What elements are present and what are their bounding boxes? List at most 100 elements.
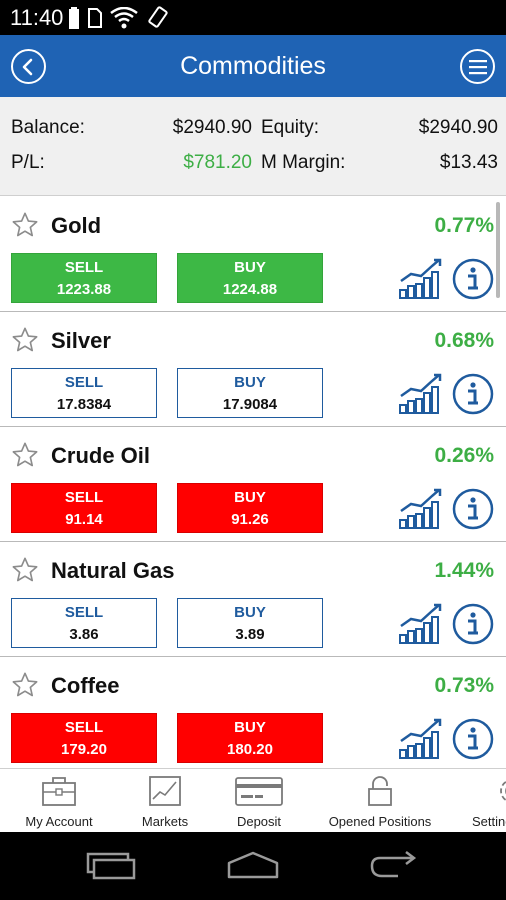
star-icon[interactable] bbox=[11, 211, 39, 239]
margin-value: $13.43 bbox=[439, 152, 498, 173]
buy-label: BUY bbox=[234, 604, 266, 621]
lock-icon bbox=[368, 776, 392, 806]
instrument-row-crude-oil[interactable]: Crude Oil 0.26% SELL 91.14 BUY 91.26 bbox=[0, 427, 506, 542]
chart-icon[interactable] bbox=[398, 487, 442, 529]
sell-button[interactable]: SELL 3.86 bbox=[11, 598, 157, 648]
instrument-row-natural-gas[interactable]: Natural Gas 1.44% SELL 3.86 BUY 3.89 bbox=[0, 542, 506, 657]
buy-price: 180.20 bbox=[227, 741, 273, 758]
chart-icon[interactable] bbox=[398, 257, 442, 299]
equity-label: Equity: bbox=[261, 117, 320, 138]
sell-button[interactable]: SELL 17.8384 bbox=[11, 368, 157, 418]
pl-label: P/L: bbox=[11, 152, 45, 173]
nav-label: My Account bbox=[25, 814, 93, 829]
sell-label: SELL bbox=[64, 719, 104, 736]
nav-deposit[interactable]: Deposit bbox=[226, 775, 292, 830]
instrument-name: Natural Gas bbox=[51, 558, 175, 583]
chart-icon[interactable] bbox=[398, 602, 442, 644]
sell-price: 3.86 bbox=[69, 626, 99, 643]
buy-price: 17.9084 bbox=[222, 396, 278, 413]
back-nav-icon[interactable] bbox=[368, 850, 418, 880]
star-icon[interactable] bbox=[11, 326, 39, 354]
home-icon[interactable] bbox=[226, 850, 280, 880]
status-icons bbox=[68, 4, 170, 32]
chart-icon[interactable] bbox=[398, 372, 442, 414]
system-nav-bar bbox=[0, 832, 506, 900]
briefcase-icon bbox=[42, 777, 76, 806]
sell-button[interactable]: SELL 179.20 bbox=[11, 713, 157, 763]
star-icon[interactable] bbox=[11, 441, 39, 469]
nav-opened-positions[interactable]: Opened Positions bbox=[320, 775, 440, 830]
nav-label: Opened Positions bbox=[328, 814, 432, 829]
nav-label: Deposit bbox=[236, 814, 282, 829]
buy-price: 3.89 bbox=[235, 626, 265, 643]
bottom-nav: My Account Markets Deposit Opened Positi… bbox=[0, 768, 506, 832]
instrument-name: Silver bbox=[51, 328, 111, 353]
sell-price: 91.14 bbox=[65, 511, 103, 528]
sim-icon bbox=[88, 8, 102, 28]
buy-label: BUY bbox=[234, 719, 266, 736]
instrument-row-silver[interactable]: Silver 0.68% SELL 17.8384 BUY 17.9084 bbox=[0, 312, 506, 427]
pl-value: $781.20 bbox=[183, 152, 252, 173]
buy-button[interactable]: BUY 17.9084 bbox=[177, 368, 323, 418]
sell-price: 179.20 bbox=[61, 741, 107, 758]
app-header: Commodities bbox=[0, 35, 506, 97]
instrument-row-coffee[interactable]: Coffee 0.73% SELL 179.20 BUY 180.20 bbox=[0, 657, 506, 768]
buy-price: 1224.88 bbox=[222, 281, 278, 298]
instrument-change: 0.73% bbox=[434, 674, 494, 697]
sell-label: SELL bbox=[64, 374, 104, 391]
star-icon[interactable] bbox=[11, 671, 39, 699]
buy-price: 91.26 bbox=[231, 511, 269, 528]
account-summary: Balance: $2940.90 Equity: $2940.90 P/L: … bbox=[0, 97, 506, 196]
buy-button[interactable]: BUY 1224.88 bbox=[177, 253, 323, 303]
nav-label: Markets bbox=[141, 814, 189, 829]
buy-button[interactable]: BUY 3.89 bbox=[177, 598, 323, 648]
list-scrollbar[interactable] bbox=[496, 202, 500, 298]
margin-label: M Margin: bbox=[261, 152, 346, 173]
info-icon[interactable] bbox=[452, 373, 494, 415]
instrument-change: 0.26% bbox=[434, 444, 494, 467]
buy-label: BUY bbox=[234, 259, 266, 276]
instrument-change: 1.44% bbox=[434, 559, 494, 582]
gear-icon bbox=[500, 780, 506, 802]
vibrate-icon bbox=[148, 6, 168, 28]
sell-button[interactable]: SELL 1223.88 bbox=[11, 253, 157, 303]
sell-price: 17.8384 bbox=[56, 396, 112, 413]
menu-button[interactable] bbox=[460, 49, 495, 84]
nav-settings[interactable]: Settings bbox=[472, 775, 506, 830]
instrument-name: Coffee bbox=[51, 673, 120, 698]
sell-button[interactable]: SELL 91.14 bbox=[11, 483, 157, 533]
page-title: Commodities bbox=[180, 52, 326, 80]
nav-markets[interactable]: Markets bbox=[130, 775, 200, 830]
buy-button[interactable]: BUY 91.26 bbox=[177, 483, 323, 533]
balance-label: Balance: bbox=[11, 117, 85, 138]
instrument-row-gold[interactable]: Gold 0.77% SELL 1223.88 BUY 1224.88 bbox=[0, 197, 506, 312]
info-icon[interactable] bbox=[452, 718, 494, 760]
equity-value: $2940.90 bbox=[418, 117, 498, 138]
buy-label: BUY bbox=[234, 489, 266, 506]
wifi-icon bbox=[110, 7, 138, 29]
chart-icon[interactable] bbox=[398, 717, 442, 759]
battery-icon bbox=[69, 7, 79, 29]
sell-label: SELL bbox=[64, 259, 104, 276]
instrument-change: 0.68% bbox=[434, 329, 494, 352]
info-icon[interactable] bbox=[452, 603, 494, 645]
menu-icon bbox=[468, 59, 487, 74]
sell-price: 1223.88 bbox=[56, 281, 112, 298]
instrument-name: Gold bbox=[51, 213, 102, 238]
markets-icon bbox=[149, 776, 181, 806]
instrument-list[interactable]: Gold 0.77% SELL 1223.88 BUY 1224.88 Silv… bbox=[0, 197, 506, 768]
buy-button[interactable]: BUY 180.20 bbox=[177, 713, 323, 763]
sell-label: SELL bbox=[64, 604, 104, 621]
instrument-name: Crude Oil bbox=[51, 443, 151, 468]
recent-apps-icon[interactable] bbox=[86, 850, 136, 880]
star-icon[interactable] bbox=[11, 556, 39, 584]
buy-label: BUY bbox=[234, 374, 266, 391]
nav-my-account[interactable]: My Account bbox=[10, 775, 108, 830]
card-icon bbox=[235, 777, 283, 806]
instrument-change: 0.77% bbox=[434, 214, 494, 237]
info-icon[interactable] bbox=[452, 488, 494, 530]
status-bar: 11:40 bbox=[0, 0, 506, 35]
info-icon[interactable] bbox=[452, 258, 494, 300]
nav-label: Settings bbox=[472, 814, 506, 829]
status-time: 11:40 bbox=[10, 5, 64, 30]
